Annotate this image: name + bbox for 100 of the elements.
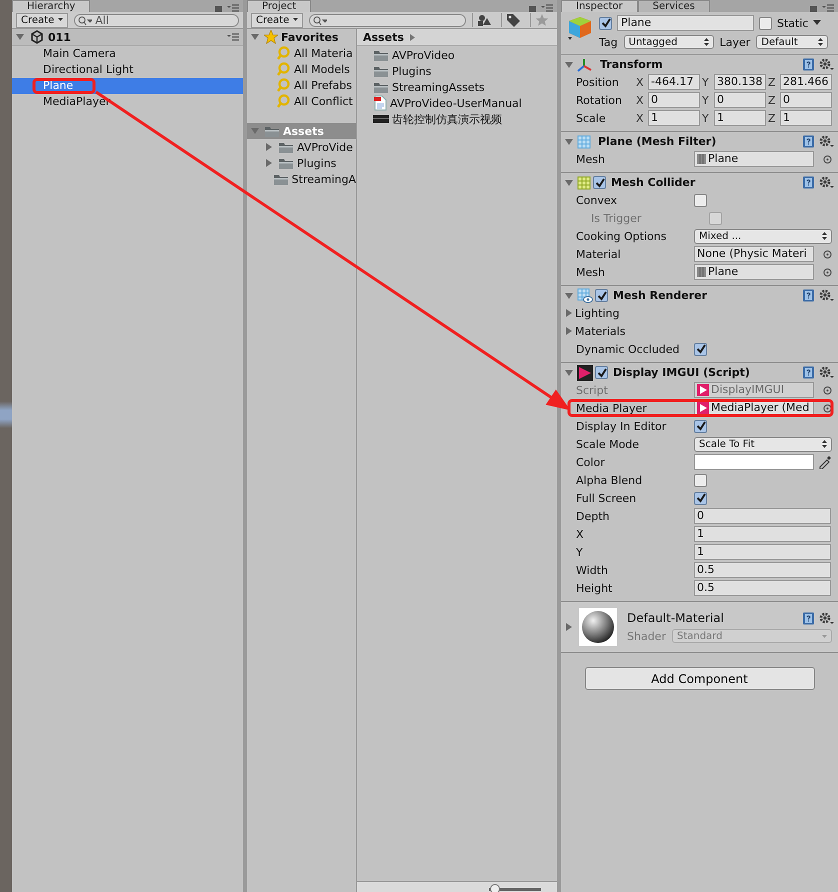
- breadcrumb-item[interactable]: Assets: [363, 30, 404, 44]
- favorites-header[interactable]: Favorites: [247, 29, 356, 45]
- add-component-button[interactable]: Add Component: [584, 667, 814, 690]
- gear-icon[interactable]: [819, 135, 834, 148]
- number-field[interactable]: 0: [648, 92, 700, 108]
- expand-arrow-icon[interactable]: [565, 623, 573, 631]
- saved-search-item[interactable]: All Materia: [294, 46, 353, 60]
- hierarchy-item[interactable]: MediaPlayer: [12, 94, 243, 110]
- expand-arrow-icon[interactable]: [265, 143, 273, 151]
- collapse-arrow-icon[interactable]: [565, 178, 573, 186]
- number-field[interactable]: 281.466: [780, 74, 832, 90]
- color-field[interactable]: [694, 454, 814, 470]
- expand-arrow-icon[interactable]: [565, 309, 573, 317]
- number-field[interactable]: 0.5: [694, 580, 831, 596]
- number-field[interactable]: 1: [714, 110, 766, 126]
- number-field[interactable]: 0: [714, 92, 766, 108]
- saved-search-item[interactable]: All Prefabs: [294, 78, 352, 92]
- asset-item[interactable]: 齿轮控制仿真演示视频: [392, 112, 502, 126]
- checkbox[interactable]: [694, 194, 707, 206]
- component-title[interactable]: Mesh Collider: [611, 176, 696, 189]
- search-field[interactable]: All: [74, 14, 239, 26]
- folder-item[interactable]: Plugins: [297, 156, 336, 170]
- number-field[interactable]: 0: [780, 92, 832, 108]
- menu-icon[interactable]: [822, 4, 834, 12]
- collapse-arrow-icon[interactable]: [565, 368, 573, 376]
- enabled-checkbox[interactable]: [595, 289, 608, 302]
- help-icon[interactable]: [802, 612, 815, 624]
- create-menu-button[interactable]: Create: [251, 12, 304, 28]
- gear-icon[interactable]: [819, 612, 834, 624]
- object-field[interactable]: Plane: [694, 264, 814, 280]
- number-field[interactable]: 380.138: [714, 74, 766, 90]
- menu-icon[interactable]: [541, 4, 553, 12]
- object-picker-icon[interactable]: [823, 154, 832, 164]
- lock-icon[interactable]: [528, 3, 537, 12]
- collapse-arrow-icon[interactable]: [251, 33, 259, 41]
- gear-icon[interactable]: [819, 366, 834, 379]
- component-title[interactable]: Mesh Renderer: [613, 289, 708, 302]
- expand-arrow-icon[interactable]: [565, 327, 573, 335]
- foldout-label[interactable]: Materials: [575, 324, 626, 338]
- expand-arrow-icon[interactable]: [265, 159, 273, 167]
- panel-tab[interactable]: Project: [247, 0, 312, 12]
- folder-item[interactable]: AVProVide: [297, 140, 353, 154]
- filter-type-icon[interactable]: [476, 13, 492, 27]
- component-title[interactable]: Transform: [600, 58, 663, 71]
- checkbox[interactable]: [694, 492, 707, 504]
- hierarchy-item[interactable]: Directional Light: [12, 62, 243, 78]
- number-field[interactable]: -464.17: [648, 74, 700, 90]
- menu-icon[interactable]: [227, 4, 239, 12]
- active-checkbox[interactable]: [599, 16, 612, 30]
- slider-thumb[interactable]: [490, 884, 500, 892]
- number-field[interactable]: 1: [694, 544, 831, 560]
- tag-dropdown[interactable]: Untagged: [624, 35, 714, 49]
- layer-dropdown[interactable]: Default: [756, 35, 828, 49]
- help-icon[interactable]: [802, 289, 815, 302]
- checkbox[interactable]: [694, 474, 707, 486]
- panel-tab[interactable]: Services: [638, 0, 710, 12]
- number-field[interactable]: 1: [780, 110, 832, 126]
- asset-item[interactable]: AVProVideo: [392, 48, 455, 62]
- saved-search-item[interactable]: All Conflict: [294, 94, 353, 108]
- object-field[interactable]: None (Physic Materi: [694, 246, 814, 262]
- static-checkbox[interactable]: [759, 16, 772, 30]
- collapse-arrow-icon[interactable]: [565, 138, 573, 146]
- dropdown[interactable]: Mixed ...: [694, 228, 832, 244]
- asset-item[interactable]: AVProVideo-UserManual: [390, 96, 522, 110]
- eyedropper-icon[interactable]: [818, 455, 832, 469]
- help-icon[interactable]: [802, 135, 815, 148]
- help-icon[interactable]: [802, 176, 815, 189]
- collapse-arrow-icon[interactable]: [565, 292, 573, 300]
- help-icon[interactable]: [802, 58, 815, 71]
- lock-icon[interactable]: [809, 3, 818, 12]
- caret-icon[interactable]: [813, 20, 822, 26]
- asset-item[interactable]: Plugins: [392, 64, 432, 78]
- saved-search-item[interactable]: All Models: [294, 62, 350, 76]
- checkbox[interactable]: [694, 420, 707, 432]
- gear-icon[interactable]: [819, 289, 834, 302]
- scene-header[interactable]: 011: [12, 29, 243, 46]
- menu-icon[interactable]: [227, 33, 239, 41]
- enabled-checkbox[interactable]: [593, 176, 606, 189]
- collapse-arrow-icon[interactable]: [565, 60, 573, 68]
- object-field[interactable]: Plane: [694, 151, 814, 167]
- checkbox[interactable]: [694, 342, 707, 356]
- star-icon[interactable]: [534, 13, 550, 27]
- folder-item[interactable]: StreamingA: [292, 172, 356, 186]
- component-title[interactable]: Display IMGUI (Script): [613, 366, 750, 379]
- number-field[interactable]: 1: [648, 110, 700, 126]
- number-field[interactable]: 0.5: [694, 562, 831, 578]
- collapse-arrow-icon[interactable]: [16, 33, 24, 41]
- component-title[interactable]: Plane (Mesh Filter): [598, 135, 716, 148]
- gear-icon[interactable]: [819, 176, 834, 189]
- dropdown[interactable]: Scale To Fit: [694, 436, 832, 452]
- tag-icon[interactable]: [506, 13, 520, 27]
- help-icon[interactable]: [802, 366, 815, 379]
- asset-item[interactable]: StreamingAssets: [392, 80, 485, 94]
- name-field[interactable]: Plane: [617, 15, 754, 31]
- number-field[interactable]: 1: [694, 526, 831, 542]
- gear-icon[interactable]: [819, 58, 834, 71]
- foldout-label[interactable]: Lighting: [575, 306, 620, 320]
- panel-tab[interactable]: Hierarchy: [12, 0, 90, 12]
- search-field[interactable]: [309, 14, 466, 26]
- number-field[interactable]: 0: [694, 508, 831, 524]
